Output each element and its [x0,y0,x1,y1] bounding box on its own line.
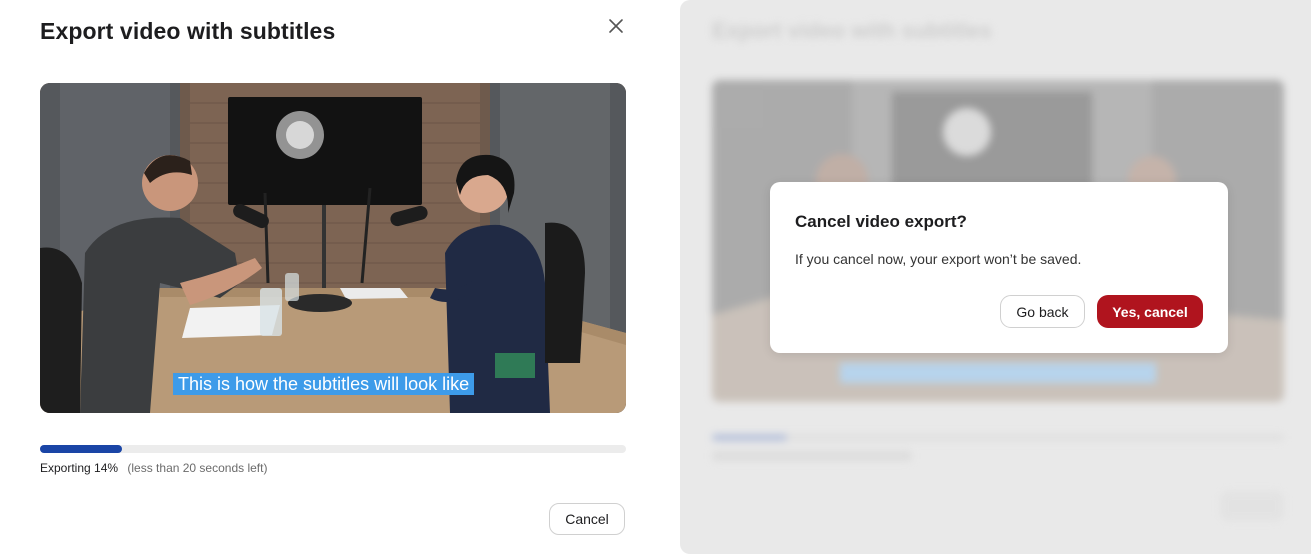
cancel-export-confirm-dialog: Cancel video export? If you cancel now, … [770,182,1228,353]
video-preview: This is how the subtitles will look like [40,83,626,413]
subtitle-preview: This is how the subtitles will look like [173,373,475,395]
close-icon [609,19,623,33]
export-status-text: Exporting 14% [40,461,119,475]
podcast-scene-image [40,83,626,413]
yes-cancel-button[interactable]: Yes, cancel [1097,295,1203,328]
confirm-overlay: Export video with subtitles Cancel video… [680,0,1311,554]
blurred-status-text [712,451,912,461]
blurred-progress-track [712,434,1284,441]
dialog-title: Export video with subtitles [40,18,336,44]
confirm-dialog-title: Cancel video export? [795,212,967,231]
confirm-dialog-message: If you cancel now, your export won’t be … [795,251,1082,267]
close-button[interactable] [604,14,628,38]
blurred-progress-fill [712,434,787,441]
go-back-button[interactable]: Go back [1000,295,1085,328]
blurred-dialog-title: Export video with subtitles [712,18,992,43]
cancel-export-button[interactable]: Cancel [549,503,625,535]
blurred-cancel-button [1220,491,1284,521]
export-status: Exporting 14% (less than 20 seconds left… [40,461,267,475]
export-dialog: Export video with subtitles This is how … [0,0,660,554]
export-progress-fill [40,445,123,453]
export-progress-bar [40,445,626,453]
blurred-subtitle [840,363,1156,383]
export-time-left: (less than 20 seconds left) [127,461,268,475]
